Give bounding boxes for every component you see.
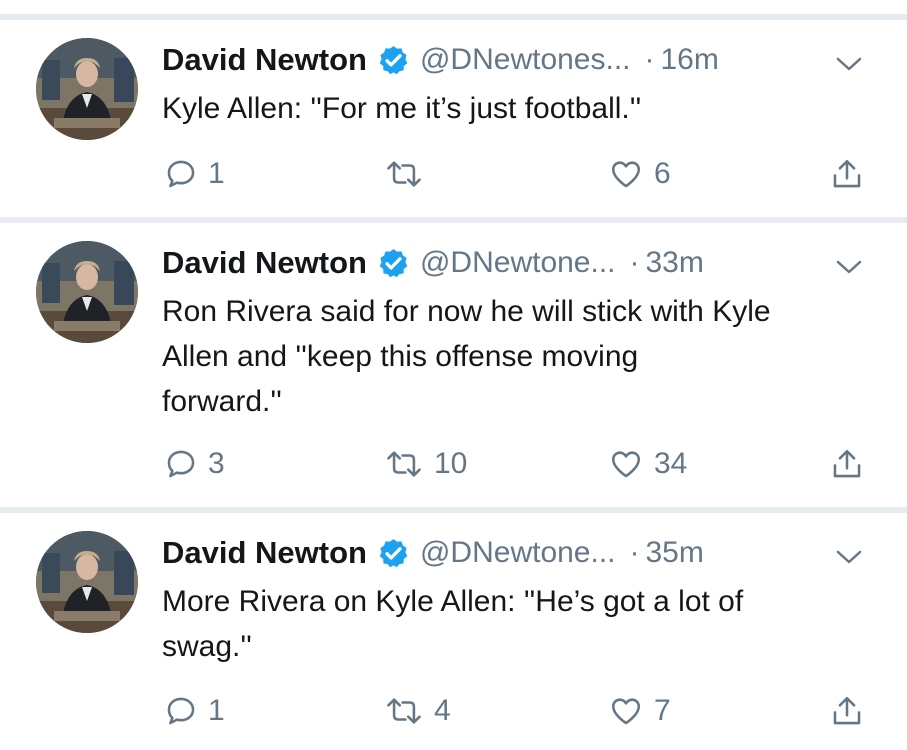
verified-badge-icon [377,247,410,280]
tweet-text-line: Ron Rivera said for now he will stick wi… [162,295,771,328]
avatar[interactable] [36,241,138,343]
like-button[interactable]: 7 [608,691,671,731]
author-name[interactable]: David Newton [162,535,367,570]
retweet-button[interactable] [384,154,434,194]
heart-icon [608,694,644,728]
tweet-text: More Rivera on Kyle Allen: ''He’s got a … [162,579,882,669]
tweet-header: David Newton @DNewtones... · 16m [162,42,882,82]
avatar[interactable] [36,38,138,140]
retweet-button[interactable]: 4 [384,691,451,731]
tweet-actions: 1 4 7 [162,691,872,731]
tweet-text-line: Kyle Allen: ''For me it’s just football.… [162,92,642,125]
reply-count: 1 [208,157,225,190]
tweet-text: Ron Rivera said for now he will stick wi… [162,289,882,424]
tweet[interactable]: David Newton @DNewtone... · 35m More Rivera… [0,513,907,750]
timestamp[interactable]: 35m [646,536,704,569]
author-handle[interactable]: @DNewtone... [420,246,616,279]
author-handle[interactable]: @DNewtone... [420,536,616,569]
like-count: 6 [654,157,671,190]
reply-icon [164,447,198,481]
tweet-text-line: More Rivera on Kyle Allen: ''He’s got a … [162,585,744,618]
retweet-button[interactable]: 10 [384,444,467,484]
share-button[interactable] [830,691,864,731]
timestamp[interactable]: 16m [661,43,719,76]
heart-icon [608,447,644,481]
avatar-image [36,531,138,633]
like-button[interactable]: 34 [608,444,687,484]
share-button[interactable] [830,154,864,194]
like-button[interactable]: 6 [608,154,671,194]
verified-badge-icon [377,44,410,77]
reply-button[interactable]: 3 [164,444,225,484]
separator-dot: · [629,246,640,279]
avatar-image [36,38,138,140]
chevron-down-icon[interactable] [834,257,864,277]
author-name[interactable]: David Newton [162,42,367,77]
timeline: David Newton @DNewtones... · 16m Kyle Allen… [0,0,907,750]
separator-dot: · [629,536,640,569]
tweet-actions: 3 10 34 [162,444,872,484]
verified-badge-icon [377,537,410,570]
share-icon [830,446,864,482]
avatar[interactable] [36,531,138,633]
reply-button[interactable]: 1 [164,691,225,731]
avatar-image [36,241,138,343]
timestamp[interactable]: 33m [646,246,704,279]
tweet-text-line: Allen and ''keep this offense moving [162,340,639,373]
tweet[interactable]: David Newton @DNewtones... · 16m Kyle Allen… [0,20,907,217]
tweet-text-line: forward.'' [162,385,282,418]
retweet-count: 10 [434,447,468,480]
tweet-actions: 1 6 [162,154,872,194]
share-button[interactable] [830,444,864,484]
separator-dot: · [644,43,655,76]
reply-count: 1 [208,694,225,727]
retweet-count: 4 [434,694,451,727]
tweet-header: David Newton @DNewtone... · 35m [162,535,882,575]
share-icon [830,693,864,729]
reply-icon [164,157,198,191]
heart-icon [608,157,644,191]
author-name[interactable]: David Newton [162,245,367,280]
tweet-text: Kyle Allen: ''For me it’s just football.… [162,86,882,131]
retweet-icon [384,694,424,728]
reply-button[interactable]: 1 [164,154,225,194]
like-count: 34 [654,447,688,480]
tweet-text-line: swag.'' [162,630,252,663]
like-count: 7 [654,694,671,727]
chevron-down-icon[interactable] [834,547,864,567]
reply-count: 3 [208,447,225,480]
tweet-header: David Newton @DNewtone... · 33m [162,245,882,285]
share-icon [830,156,864,192]
chevron-down-icon[interactable] [834,54,864,74]
top-strip [0,0,907,14]
tweet[interactable]: David Newton @DNewtone... · 33m Ron Rivera … [0,223,907,507]
reply-icon [164,694,198,728]
retweet-icon [384,157,424,191]
author-handle[interactable]: @DNewtones... [420,43,631,76]
retweet-icon [384,447,424,481]
